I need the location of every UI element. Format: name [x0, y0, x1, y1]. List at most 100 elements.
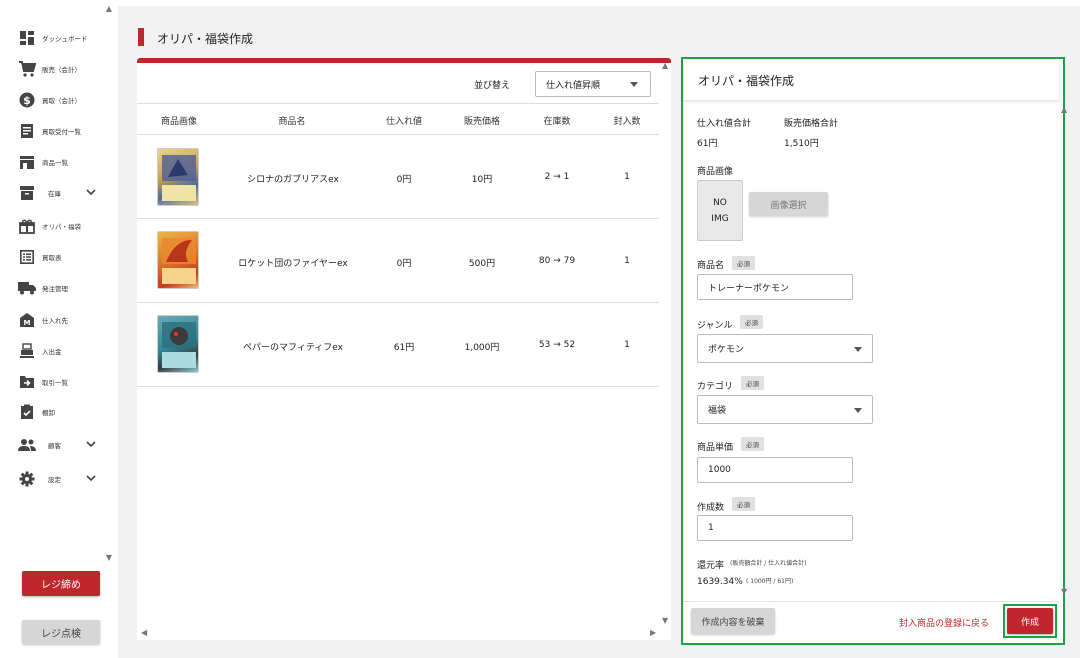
product-name: ロケット団のファイヤーex — [238, 259, 348, 269]
sidebar-item-buyback-table[interactable]: 買取表 — [18, 247, 102, 267]
genre-label: ジャンル — [697, 321, 733, 331]
sort-select-value: 仕入れ値昇順 — [546, 80, 601, 91]
product-price: 1,000円 — [464, 343, 500, 353]
column-header: 在庫数 — [543, 117, 571, 127]
product-stock: 2 → 1 — [544, 172, 570, 182]
product-stock: 80 → 79 — [538, 256, 576, 266]
sidebar-item-label: 発注管理 — [42, 285, 68, 293]
table-divider — [137, 302, 659, 303]
count-label: 作成数 — [697, 503, 725, 513]
store-icon — [18, 153, 36, 171]
sidebar-item-products[interactable]: 商品一覧 — [18, 152, 102, 172]
check-register-button[interactable]: レジ点検 — [22, 620, 100, 644]
sidebar-scroll-down-icon[interactable]: ▼ — [104, 553, 114, 563]
product-qty: 1 — [624, 172, 630, 182]
column-header: 販売価格 — [463, 117, 500, 127]
form-footer-divider — [683, 601, 1059, 602]
form-title: オリパ・福袋作成 — [698, 74, 795, 88]
close-register-button[interactable]: レジ締め — [22, 571, 100, 596]
list-scroll-left-icon[interactable]: ◀ — [141, 628, 147, 637]
product-qty: 1 — [624, 340, 630, 350]
sidebar-item-buyback-list[interactable]: 買取受付一覧 — [18, 121, 102, 141]
column-header: 商品画像 — [160, 117, 197, 127]
category-select[interactable]: 福袋 — [697, 395, 873, 424]
arrow-box-icon — [18, 373, 36, 391]
list-scroll-down-icon[interactable]: ▼ — [662, 616, 668, 625]
register-icon — [18, 342, 36, 360]
sidebar-item-inventory[interactable]: 在庫 — [18, 183, 102, 203]
cart-icon — [18, 60, 36, 78]
sidebar-item-label: 販売（会計） — [42, 66, 81, 74]
return-rate-value: 1639.34% — [697, 577, 743, 587]
column-header: 封入数 — [613, 117, 641, 127]
gift-icon — [18, 217, 36, 235]
chevron-down-icon[interactable] — [86, 187, 96, 197]
receipt-icon — [18, 122, 36, 140]
cost-total-label: 仕入れ値合計 — [697, 119, 752, 129]
count-input[interactable]: 1 — [697, 515, 853, 541]
sidebar-item-sales[interactable]: 販売（会計） — [18, 59, 102, 79]
sidebar-item-suppliers[interactable]: M 仕入れ先 — [18, 310, 102, 330]
sidebar-item-dashboard[interactable]: ダッシュボード — [18, 28, 102, 48]
product-image-placeholder: NO IMG — [697, 180, 743, 241]
image-select-button[interactable]: 画像選択 — [749, 192, 828, 216]
price-total-label: 販売価格合計 — [784, 119, 839, 129]
list-scroll-right-icon[interactable]: ▶ — [650, 628, 656, 637]
gear-icon — [18, 470, 36, 488]
price-total-value: 1,510円 — [784, 139, 819, 149]
sort-select[interactable]: 仕入れ値昇順 — [535, 71, 651, 97]
form-scroll-down-icon[interactable]: ▼ — [1061, 587, 1067, 596]
sidebar-item-settings[interactable]: 設定 — [18, 469, 102, 489]
sidebar-item-oripa[interactable]: オリパ・福袋 — [18, 216, 102, 236]
product-cost: 0円 — [396, 175, 412, 185]
return-rate-note: (販売額合計 / 仕入れ値合計) — [730, 560, 807, 567]
table-divider — [137, 218, 659, 219]
list-scroll-up-icon[interactable]: ▲ — [662, 61, 668, 70]
sidebar-item-cash[interactable]: 入出金 — [18, 341, 102, 361]
sidebar-item-label: オリパ・福袋 — [42, 223, 81, 231]
sidebar-item-label: 仕入れ先 — [42, 317, 68, 325]
page-title: オリパ・福袋作成 — [157, 32, 254, 46]
sidebar-item-orders[interactable]: 発注管理 — [18, 278, 102, 298]
people-icon — [18, 436, 36, 454]
sidebar-item-stocktake[interactable]: 棚卸 — [18, 402, 102, 422]
product-name-input[interactable]: トレーナーポケモン — [697, 274, 853, 300]
return-rate-calc: ( 1000円 / 61円) — [746, 578, 794, 585]
sidebar: ▲ ダッシュボード 販売（会計） $ 買取（会計） 買取受付一覧 商品一覧 在庫… — [0, 0, 118, 658]
sort-label: 並び替え — [474, 81, 511, 91]
product-price: 500円 — [468, 259, 496, 269]
product-card-image — [157, 231, 199, 289]
sidebar-item-label: 設定 — [48, 476, 61, 484]
genre-select[interactable]: ポケモン — [697, 334, 873, 363]
sidebar-scroll-up-icon[interactable]: ▲ — [104, 4, 114, 14]
discard-button[interactable]: 作成内容を破棄 — [691, 608, 775, 634]
product-name: シロナのガブリアスex — [247, 175, 339, 185]
sidebar-item-buyback[interactable]: $ 買取（会計） — [18, 90, 102, 110]
sidebar-item-label: ダッシュボード — [42, 35, 88, 43]
dashboard-icon — [18, 29, 36, 47]
sidebar-item-label: 買取（会計） — [42, 97, 81, 105]
form-scroll-up-icon[interactable]: ▲ — [1061, 105, 1067, 114]
factory-icon: M — [18, 311, 36, 329]
image-label: 商品画像 — [697, 167, 734, 177]
sidebar-item-label: 棚卸 — [42, 409, 55, 417]
name-label: 商品名 — [697, 261, 725, 271]
product-cost: 61円 — [393, 343, 415, 353]
sidebar-item-transactions[interactable]: 取引一覧 — [18, 372, 102, 392]
sidebar-item-label: 買取表 — [42, 254, 62, 262]
category-label: カテゴリ — [697, 382, 734, 392]
back-to-register-link[interactable]: 封入商品の登録に戻る — [899, 616, 989, 629]
table-divider — [137, 134, 659, 135]
create-button[interactable]: 作成 — [1007, 608, 1053, 634]
required-badge: 必須 — [732, 497, 755, 511]
page-title-accent — [138, 28, 144, 46]
chevron-down-icon[interactable] — [86, 473, 96, 483]
required-badge: 必須 — [741, 437, 764, 451]
sidebar-item-customers[interactable]: 顧客 — [18, 435, 102, 455]
return-rate-label: 還元率 — [697, 561, 725, 571]
chevron-down-icon[interactable] — [86, 439, 96, 449]
table-divider — [137, 103, 659, 104]
dollar-icon: $ — [18, 91, 36, 109]
required-badge: 必須 — [741, 376, 764, 390]
unit-price-input[interactable]: 1000 — [697, 457, 853, 483]
